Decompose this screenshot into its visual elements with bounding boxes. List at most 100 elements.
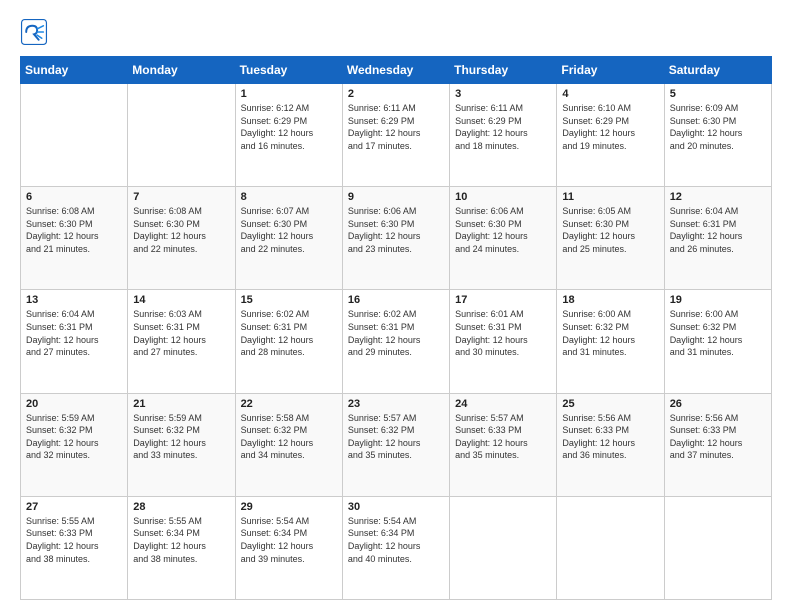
day-info: Sunrise: 6:00 AM Sunset: 6:32 PM Dayligh…: [670, 308, 766, 358]
calendar-cell: [128, 84, 235, 187]
day-number: 14: [133, 294, 229, 306]
day-number: 15: [241, 294, 337, 306]
day-header-wednesday: Wednesday: [342, 57, 449, 84]
calendar-week-3: 13Sunrise: 6:04 AM Sunset: 6:31 PM Dayli…: [21, 290, 772, 393]
day-number: 10: [455, 191, 551, 203]
logo-icon: [20, 18, 48, 46]
day-number: 9: [348, 191, 444, 203]
day-header-monday: Monday: [128, 57, 235, 84]
header: [20, 18, 772, 46]
day-number: 16: [348, 294, 444, 306]
calendar-cell: 8 Sunrise: 6:07 AM Sunset: 6:30 PM Daylig…: [235, 187, 342, 290]
day-number: 19: [670, 294, 766, 306]
day-number: 21: [133, 398, 229, 410]
calendar-cell: 20Sunrise: 5:59 AM Sunset: 6:32 PM Dayli…: [21, 393, 128, 496]
calendar-cell: 24 Sunrise: 5:57 AM Sunset: 6:33 PM Dayli…: [450, 393, 557, 496]
calendar-cell: 22 Sunrise: 5:58 AM Sunset: 6:32 PM Dayli…: [235, 393, 342, 496]
day-info: Sunrise: 5:56 AM Sunset: 6:33 PM Dayligh…: [670, 412, 766, 462]
day-info: Sunrise: 6:06 AM Sunset: 6:30 PM Dayligh…: [348, 205, 444, 255]
calendar-cell: 16 Sunrise: 6:02 AM Sunset: 6:31 PM Dayli…: [342, 290, 449, 393]
day-info: Sunrise: 6:06 AM Sunset: 6:30 PM Dayligh…: [455, 205, 551, 255]
day-number: 2: [348, 88, 444, 100]
calendar-cell: 30Sunrise: 5:54 AM Sunset: 6:34 PM Dayli…: [342, 496, 449, 599]
calendar-cell: 11Sunrise: 6:05 AM Sunset: 6:30 PM Dayli…: [557, 187, 664, 290]
day-number: 4: [562, 88, 658, 100]
day-info: Sunrise: 6:01 AM Sunset: 6:31 PM Dayligh…: [455, 308, 551, 358]
day-number: 7: [133, 191, 229, 203]
day-info: Sunrise: 6:12 AM Sunset: 6:29 PM Dayligh…: [241, 102, 337, 152]
day-info: Sunrise: 5:58 AM Sunset: 6:32 PM Dayligh…: [241, 412, 337, 462]
calendar-week-1: 1 Sunrise: 6:12 AM Sunset: 6:29 PM Daylig…: [21, 84, 772, 187]
day-header-sunday: Sunday: [21, 57, 128, 84]
calendar-cell: 18 Sunrise: 6:00 AM Sunset: 6:32 PM Dayli…: [557, 290, 664, 393]
day-info: Sunrise: 6:07 AM Sunset: 6:30 PM Dayligh…: [241, 205, 337, 255]
calendar-cell: 28 Sunrise: 5:55 AM Sunset: 6:34 PM Dayli…: [128, 496, 235, 599]
calendar-cell: 14 Sunrise: 6:03 AM Sunset: 6:31 PM Dayli…: [128, 290, 235, 393]
calendar-table: SundayMondayTuesdayWednesdayThursdayFrid…: [20, 56, 772, 600]
day-number: 17: [455, 294, 551, 306]
day-info: Sunrise: 6:00 AM Sunset: 6:32 PM Dayligh…: [562, 308, 658, 358]
day-number: 12: [670, 191, 766, 203]
calendar-cell: [450, 496, 557, 599]
day-info: Sunrise: 6:02 AM Sunset: 6:31 PM Dayligh…: [348, 308, 444, 358]
calendar-cell: 1 Sunrise: 6:12 AM Sunset: 6:29 PM Daylig…: [235, 84, 342, 187]
day-number: 25: [562, 398, 658, 410]
day-header-saturday: Saturday: [664, 57, 771, 84]
calendar-cell: [557, 496, 664, 599]
calendar-cell: 2 Sunrise: 6:11 AM Sunset: 6:29 PM Daylig…: [342, 84, 449, 187]
calendar-cell: 27 Sunrise: 5:55 AM Sunset: 6:33 PM Dayli…: [21, 496, 128, 599]
day-number: 22: [241, 398, 337, 410]
day-header-friday: Friday: [557, 57, 664, 84]
day-number: 1: [241, 88, 337, 100]
day-info: Sunrise: 6:08 AM Sunset: 6:30 PM Dayligh…: [26, 205, 122, 255]
calendar-week-2: 6 Sunrise: 6:08 AM Sunset: 6:30 PM Daylig…: [21, 187, 772, 290]
calendar-header-row: SundayMondayTuesdayWednesdayThursdayFrid…: [21, 57, 772, 84]
day-number: 27: [26, 501, 122, 513]
day-info: Sunrise: 5:57 AM Sunset: 6:32 PM Dayligh…: [348, 412, 444, 462]
calendar-cell: 4 Sunrise: 6:10 AM Sunset: 6:29 PM Daylig…: [557, 84, 664, 187]
calendar-cell: 3Sunrise: 6:11 AM Sunset: 6:29 PM Daylig…: [450, 84, 557, 187]
day-info: Sunrise: 6:09 AM Sunset: 6:30 PM Dayligh…: [670, 102, 766, 152]
calendar-cell: 10 Sunrise: 6:06 AM Sunset: 6:30 PM Dayli…: [450, 187, 557, 290]
calendar-cell: 5 Sunrise: 6:09 AM Sunset: 6:30 PM Daylig…: [664, 84, 771, 187]
calendar-cell: 13Sunrise: 6:04 AM Sunset: 6:31 PM Dayli…: [21, 290, 128, 393]
day-number: 29: [241, 501, 337, 513]
calendar-cell: [664, 496, 771, 599]
calendar-cell: 9 Sunrise: 6:06 AM Sunset: 6:30 PM Daylig…: [342, 187, 449, 290]
day-info: Sunrise: 5:56 AM Sunset: 6:33 PM Dayligh…: [562, 412, 658, 462]
day-info: Sunrise: 5:55 AM Sunset: 6:34 PM Dayligh…: [133, 515, 229, 565]
day-info: Sunrise: 6:08 AM Sunset: 6:30 PM Dayligh…: [133, 205, 229, 255]
day-info: Sunrise: 6:03 AM Sunset: 6:31 PM Dayligh…: [133, 308, 229, 358]
day-info: Sunrise: 6:04 AM Sunset: 6:31 PM Dayligh…: [670, 205, 766, 255]
calendar-cell: 21Sunrise: 5:59 AM Sunset: 6:32 PM Dayli…: [128, 393, 235, 496]
calendar-cell: [21, 84, 128, 187]
day-number: 8: [241, 191, 337, 203]
calendar-cell: 29 Sunrise: 5:54 AM Sunset: 6:34 PM Dayli…: [235, 496, 342, 599]
day-number: 18: [562, 294, 658, 306]
day-number: 11: [562, 191, 658, 203]
day-number: 3: [455, 88, 551, 100]
calendar-cell: 7 Sunrise: 6:08 AM Sunset: 6:30 PM Daylig…: [128, 187, 235, 290]
day-number: 28: [133, 501, 229, 513]
day-info: Sunrise: 5:57 AM Sunset: 6:33 PM Dayligh…: [455, 412, 551, 462]
day-number: 5: [670, 88, 766, 100]
day-info: Sunrise: 6:04 AM Sunset: 6:31 PM Dayligh…: [26, 308, 122, 358]
day-number: 24: [455, 398, 551, 410]
day-info: Sunrise: 6:10 AM Sunset: 6:29 PM Dayligh…: [562, 102, 658, 152]
day-header-tuesday: Tuesday: [235, 57, 342, 84]
calendar-cell: 12 Sunrise: 6:04 AM Sunset: 6:31 PM Dayli…: [664, 187, 771, 290]
day-info: Sunrise: 5:55 AM Sunset: 6:33 PM Dayligh…: [26, 515, 122, 565]
calendar-cell: 19 Sunrise: 6:00 AM Sunset: 6:32 PM Dayli…: [664, 290, 771, 393]
day-info: Sunrise: 6:11 AM Sunset: 6:29 PM Dayligh…: [348, 102, 444, 152]
day-info: Sunrise: 5:54 AM Sunset: 6:34 PM Dayligh…: [241, 515, 337, 565]
calendar-cell: 26Sunrise: 5:56 AM Sunset: 6:33 PM Dayli…: [664, 393, 771, 496]
calendar-cell: 25 Sunrise: 5:56 AM Sunset: 6:33 PM Dayli…: [557, 393, 664, 496]
calendar-cell: 23Sunrise: 5:57 AM Sunset: 6:32 PM Dayli…: [342, 393, 449, 496]
logo: [20, 18, 52, 46]
day-info: Sunrise: 6:02 AM Sunset: 6:31 PM Dayligh…: [241, 308, 337, 358]
page: SundayMondayTuesdayWednesdayThursdayFrid…: [0, 0, 792, 612]
day-number: 6: [26, 191, 122, 203]
day-header-thursday: Thursday: [450, 57, 557, 84]
calendar-week-5: 27 Sunrise: 5:55 AM Sunset: 6:33 PM Dayli…: [21, 496, 772, 599]
day-number: 30: [348, 501, 444, 513]
